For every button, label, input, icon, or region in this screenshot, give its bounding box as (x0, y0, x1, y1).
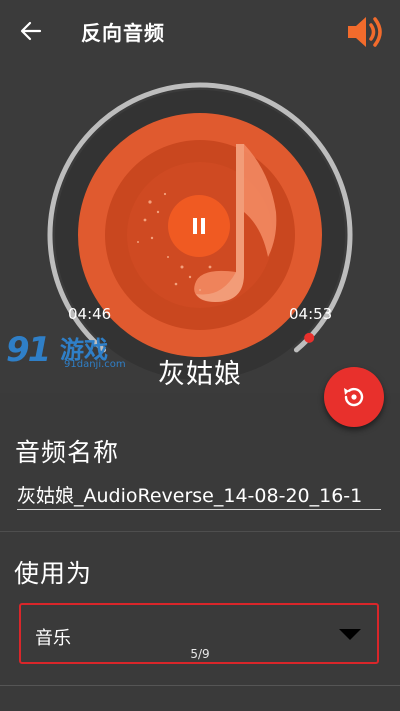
volume-button[interactable] (344, 12, 388, 52)
page-indicator: 5/9 (190, 647, 210, 661)
reverse-audio-button[interactable] (324, 367, 384, 427)
audio-name-label: 音频名称 (15, 438, 120, 467)
volume-icon (348, 17, 382, 47)
bottom-divider (0, 685, 400, 686)
chevron-down-icon (339, 629, 361, 640)
section-divider (0, 531, 400, 532)
pause-button[interactable] (168, 195, 230, 257)
use-as-label: 使用为 (14, 559, 93, 588)
pause-icon (168, 195, 230, 257)
back-button[interactable] (14, 16, 48, 46)
page-title: 反向音频 (81, 21, 165, 45)
player-panel: 反向音频 04:46 04:53 91 游戏 91danji.com 灰姑娘 (0, 0, 400, 393)
audio-name-input[interactable] (17, 479, 381, 510)
elapsed-time: 04:46 (68, 305, 112, 323)
reverse-playback-icon (344, 387, 364, 407)
settings-form: 音频名称 使用为 音乐 5/9 (0, 393, 400, 711)
app-bar: 反向音频 (0, 0, 400, 62)
total-duration: 04:53 (289, 305, 333, 323)
arrow-left-icon (20, 21, 42, 41)
seek-handle[interactable] (304, 332, 315, 343)
player-area: 04:46 04:53 91 游戏 91danji.com 灰姑娘 (0, 62, 400, 393)
